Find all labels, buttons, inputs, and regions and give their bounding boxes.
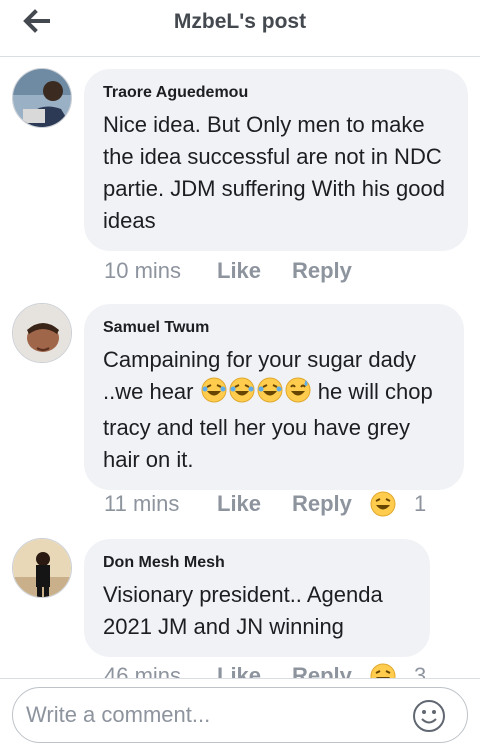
comment-text: Campaining for your sugar dady ..we hear… <box>103 344 444 476</box>
comment-bubble: Traore Aguedemou Nice idea. But Only men… <box>84 69 468 251</box>
comment-text: Visionary president.. Agenda 2021 JM and… <box>103 582 383 639</box>
comment-author[interactable]: Traore Aguedemou <box>103 83 448 103</box>
comment-bubble: Samuel Twum Campaining for your sugar da… <box>84 304 464 490</box>
avatar[interactable] <box>12 303 72 363</box>
reaction-count[interactable]: 3 <box>414 663 426 678</box>
avatar[interactable] <box>12 538 72 598</box>
comment-composer <box>0 678 480 747</box>
like-button[interactable]: Like <box>217 491 292 517</box>
comment-text: Nice idea. But Only men to make the idea… <box>103 112 445 233</box>
like-button[interactable]: Like <box>217 663 292 678</box>
reply-button[interactable]: Reply <box>292 491 370 517</box>
top-bar: MzbeL's post <box>0 0 480 57</box>
comment-author[interactable]: Samuel Twum <box>103 318 444 338</box>
comment-actions: 46 mins Like Reply 3 <box>104 661 426 678</box>
reply-button[interactable]: Reply <box>292 663 370 678</box>
laughing-tears-emoji <box>201 377 227 412</box>
avatar[interactable] <box>12 68 72 128</box>
comment-input[interactable] <box>12 687 468 743</box>
comment-actions: 10 mins Like Reply <box>104 256 370 286</box>
laughing-reaction-icon[interactable] <box>370 491 396 517</box>
like-button[interactable]: Like <box>217 258 292 284</box>
comment-bubble: Don Mesh Mesh Visionary president.. Agen… <box>84 539 430 657</box>
comment-actions: 11 mins Like Reply 1 <box>104 489 426 519</box>
comment-time: 10 mins <box>104 258 182 283</box>
laughing-reaction-icon[interactable] <box>370 663 396 678</box>
laughing-tears-emoji <box>229 377 255 412</box>
smiley-icon[interactable] <box>412 699 446 733</box>
sweat-smile-emoji <box>285 377 311 412</box>
reply-button[interactable]: Reply <box>292 258 370 284</box>
comment-time: 46 mins <box>104 663 182 678</box>
page-title: MzbeL's post <box>173 10 307 33</box>
comment-list: Traore Aguedemou Nice idea. But Only men… <box>0 58 480 678</box>
comment-author[interactable]: Don Mesh Mesh <box>103 553 410 573</box>
laughing-tears-emoji <box>257 377 283 412</box>
reaction-count[interactable]: 1 <box>414 491 426 517</box>
comment-time: 11 mins <box>104 491 180 516</box>
